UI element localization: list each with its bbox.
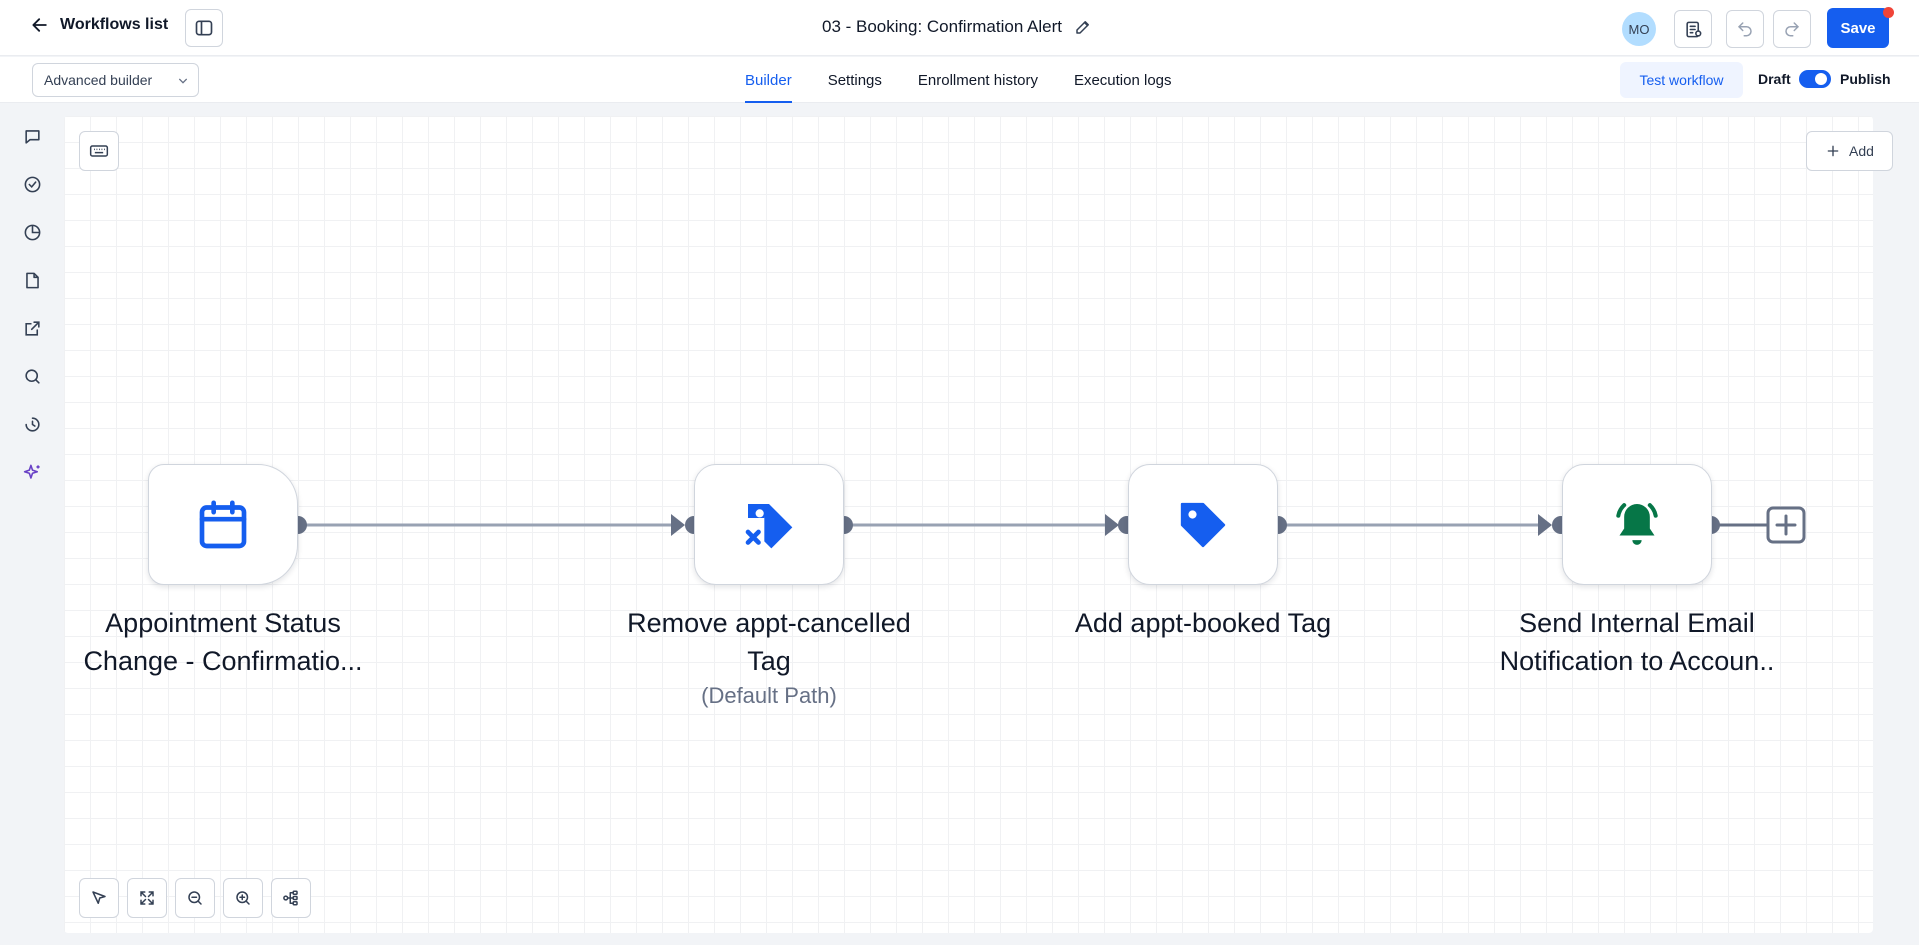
zoom-out-button[interactable]: [175, 878, 215, 918]
node-label-line: Change - Confirmatio...: [83, 646, 363, 676]
connector-2: [835, 514, 1136, 536]
auto-layout-button[interactable]: [271, 878, 311, 918]
node-label-line: Remove appt-cancelled: [627, 608, 911, 638]
expand-icon: [140, 891, 154, 905]
zoom-in-button[interactable]: [223, 878, 263, 918]
bell-ringing-icon: [1616, 502, 1658, 545]
node-label-line: Tag: [747, 646, 791, 676]
connector-1: [289, 514, 703, 536]
add-step-plus-icon[interactable]: [1766, 506, 1806, 544]
node-label-remove-tag: Remove appt-cancelled Tag: [609, 604, 929, 680]
zoom-out-icon: [188, 891, 202, 905]
tag-remove-icon: [745, 503, 793, 548]
zoom-in-icon: [236, 891, 250, 905]
node-label-line: Add appt-booked Tag: [1074, 608, 1332, 638]
node-label-add-tag: Add appt-booked Tag: [1043, 604, 1363, 642]
tree-layout-icon: [283, 890, 298, 906]
node-label-line: Appointment Status: [105, 608, 341, 638]
calendar-icon: [199, 500, 247, 548]
node-label-line: Notification to Accoun..: [1499, 646, 1775, 676]
node-path-label: (Default Path): [701, 683, 837, 708]
node-remove-tag[interactable]: [694, 464, 844, 585]
canvas-controls: [79, 878, 311, 918]
node-add-tag[interactable]: [1128, 464, 1278, 585]
tag-icon: [1180, 502, 1226, 547]
node-label-trigger: Appointment Status Change - Confirmatio.…: [63, 604, 383, 680]
node-send-internal-email[interactable]: [1562, 464, 1712, 585]
cursor-pointer-icon: [92, 891, 106, 904]
node-trigger-appointment-status[interactable]: [148, 464, 298, 585]
fit-view-button[interactable]: [127, 878, 167, 918]
node-label-line: Send Internal Email: [1519, 608, 1755, 638]
connector-3: [1269, 514, 1570, 536]
select-tool-button[interactable]: [79, 878, 119, 918]
node-label-send-email: Send Internal Email Notification to Acco…: [1477, 604, 1797, 680]
